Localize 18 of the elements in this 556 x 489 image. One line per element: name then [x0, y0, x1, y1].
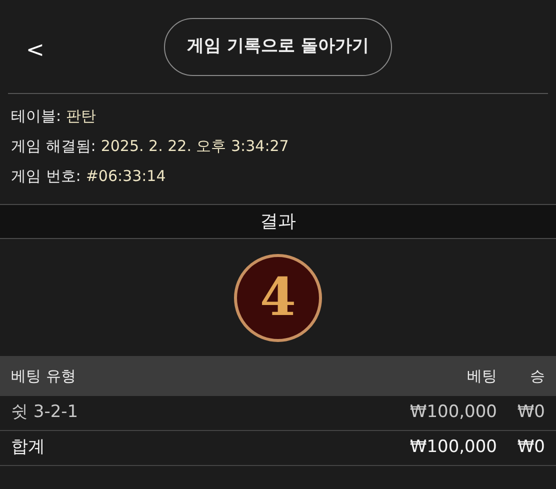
- info-label: 테이블:: [11, 106, 62, 127]
- section-header: 결과: [0, 204, 556, 239]
- column-header: 승: [529, 366, 545, 387]
- info-label: 게임 해결됨:: [11, 136, 96, 157]
- back-button[interactable]: <: [20, 40, 50, 62]
- info-value: #06:33:14: [86, 166, 166, 187]
- info-value: 판탄: [66, 106, 96, 127]
- column-header: 베팅 유형: [11, 366, 77, 387]
- table-cell-text: 합계: [11, 436, 46, 460]
- info-value: 2025. 2. 22. 오후 3:34:27: [100, 136, 289, 157]
- table-cell-text: ₩100,000: [408, 436, 497, 460]
- info-label: 게임 번호:: [11, 166, 81, 187]
- back-to-history-button[interactable]: 게임 기록으로 돌아가기: [164, 18, 392, 76]
- table-cell-text: ₩0: [516, 436, 545, 460]
- column-header: 베팅: [466, 366, 497, 387]
- table-cell-text: 쉿 3-2-1: [11, 401, 80, 424]
- table-cell-text: ₩0: [516, 401, 545, 424]
- table-cell-text: ₩100,000: [408, 401, 497, 424]
